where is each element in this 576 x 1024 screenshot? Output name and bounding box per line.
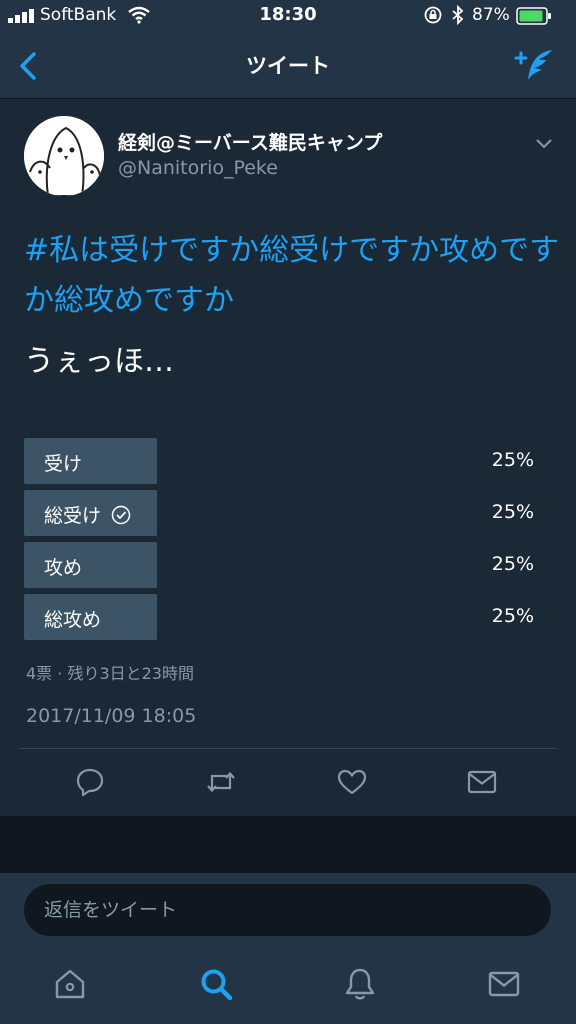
avatar-illustration: [24, 116, 104, 196]
compose-tweet-icon[interactable]: [512, 46, 556, 86]
avatar[interactable]: [24, 116, 104, 196]
hashtag-link[interactable]: #私は受けですか総受けですか攻めですか総攻めですか: [24, 226, 564, 326]
bluetooth-icon: [452, 5, 464, 25]
user-handle[interactable]: @Nanitorio_Peke: [118, 157, 278, 179]
display-name[interactable]: 経剣@ミーバース難民キャンプ: [118, 128, 382, 155]
tweet-timestamp: 2017/11/09 18:05: [26, 705, 197, 727]
poll-option: 総攻め 25%: [24, 594, 554, 640]
poll-option-label: 総攻め: [44, 609, 102, 631]
messages-icon[interactable]: [486, 966, 522, 1002]
poll-option-label-wrap: 総受け: [44, 501, 131, 528]
like-icon[interactable]: [336, 766, 368, 798]
poll-option-percent: 25%: [491, 501, 534, 523]
poll-option-percent: 25%: [491, 449, 534, 471]
check-circle-icon: [111, 505, 131, 524]
home-icon[interactable]: [52, 966, 88, 1002]
poll-option-percent: 25%: [491, 605, 534, 627]
poll-option-label: 総受け: [44, 505, 102, 527]
retweet-icon[interactable]: [205, 766, 237, 798]
poll-option: 総受け 25%: [24, 490, 554, 536]
rotation-lock-icon: [424, 6, 442, 24]
poll-meta: 4票 · 残り3日と23時間: [26, 664, 194, 683]
search-icon[interactable]: [198, 966, 234, 1002]
reply-input[interactable]: [24, 884, 551, 936]
chevron-down-icon[interactable]: [534, 136, 554, 150]
page-title: ツイート: [246, 54, 330, 78]
divider: [20, 748, 557, 749]
message-icon[interactable]: [466, 766, 498, 798]
tweet-body: うぇっほ…: [24, 344, 174, 379]
poll-option: 攻め 25%: [24, 542, 554, 588]
reply-icon[interactable]: [74, 766, 106, 798]
battery-percent: 87%: [472, 5, 510, 25]
poll-option-label: 攻め: [44, 557, 83, 579]
content-gap: [0, 816, 576, 872]
poll-option-label: 受け: [44, 453, 83, 475]
poll-option: 受け 25%: [24, 438, 554, 484]
notifications-icon[interactable]: [342, 966, 378, 1002]
poll-option-percent: 25%: [491, 553, 534, 575]
battery-icon: [516, 7, 551, 25]
